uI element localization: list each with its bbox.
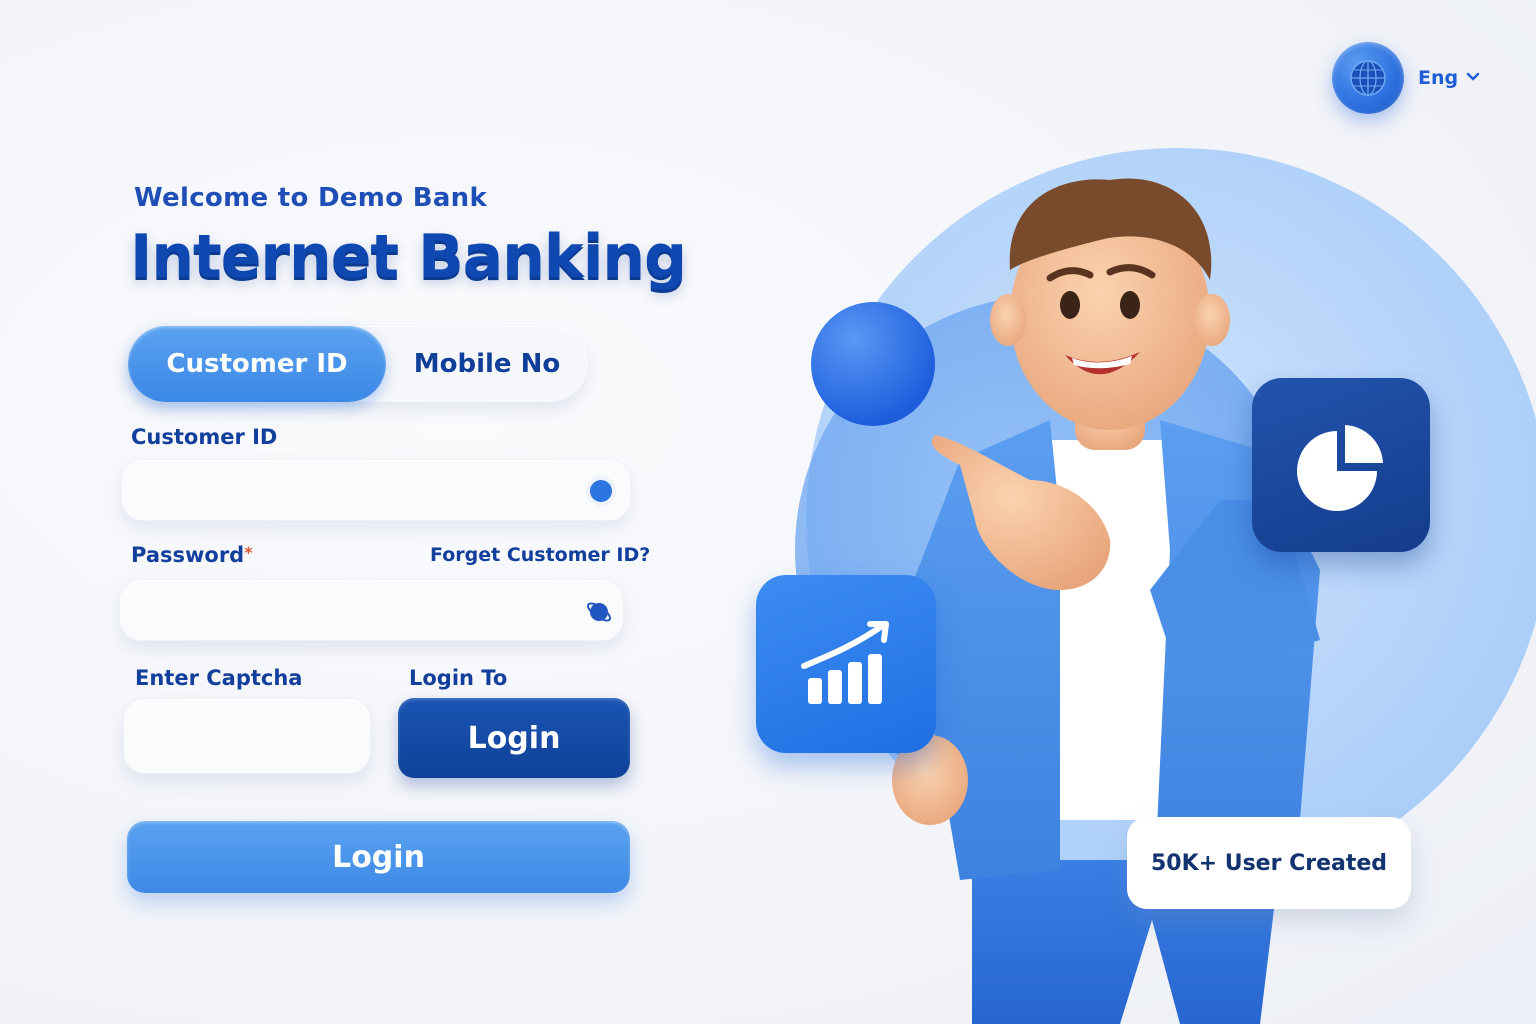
globe-icon [1332,42,1404,114]
password-label: Password* [131,543,253,567]
language-label[interactable]: Eng [1418,67,1458,89]
info-dot-icon [590,480,612,502]
login-method-toggle: Customer ID Mobile No [128,326,588,402]
customer-id-field-wrap [121,459,631,521]
tab-mobile-no[interactable]: Mobile No [386,326,588,402]
customer-id-label: Customer ID [131,425,278,449]
login-to-button[interactable]: Login [398,698,630,778]
login-page: Eng Welcome to Demo Bank Internet Bankin… [0,0,1536,1024]
users-stat-badge: 50K+ User Created [1127,817,1411,909]
login-to-label: Login To [409,666,508,690]
required-mark: * [244,543,253,562]
chevron-down-icon[interactable] [1466,70,1480,86]
forgot-customer-id-link[interactable]: Forget Customer ID? [430,544,650,566]
password-label-text: Password [131,543,245,567]
password-field-wrap [119,579,624,641]
page-title: Internet Banking [130,222,687,292]
tab-customer-id[interactable]: Customer ID [128,326,386,402]
captcha-label: Enter Captcha [135,666,303,690]
password-input[interactable] [120,580,623,640]
pie-chart-icon [1252,378,1430,552]
hide-password-icon[interactable] [585,598,613,626]
growth-chart-icon [756,575,936,753]
welcome-text: Welcome to Demo Bank [134,183,488,213]
captcha-field-wrap [123,698,371,774]
language-selector[interactable]: Eng [1332,42,1480,114]
customer-id-input[interactable] [122,460,630,520]
captcha-input[interactable] [124,699,370,773]
login-button[interactable]: Login [127,821,630,893]
